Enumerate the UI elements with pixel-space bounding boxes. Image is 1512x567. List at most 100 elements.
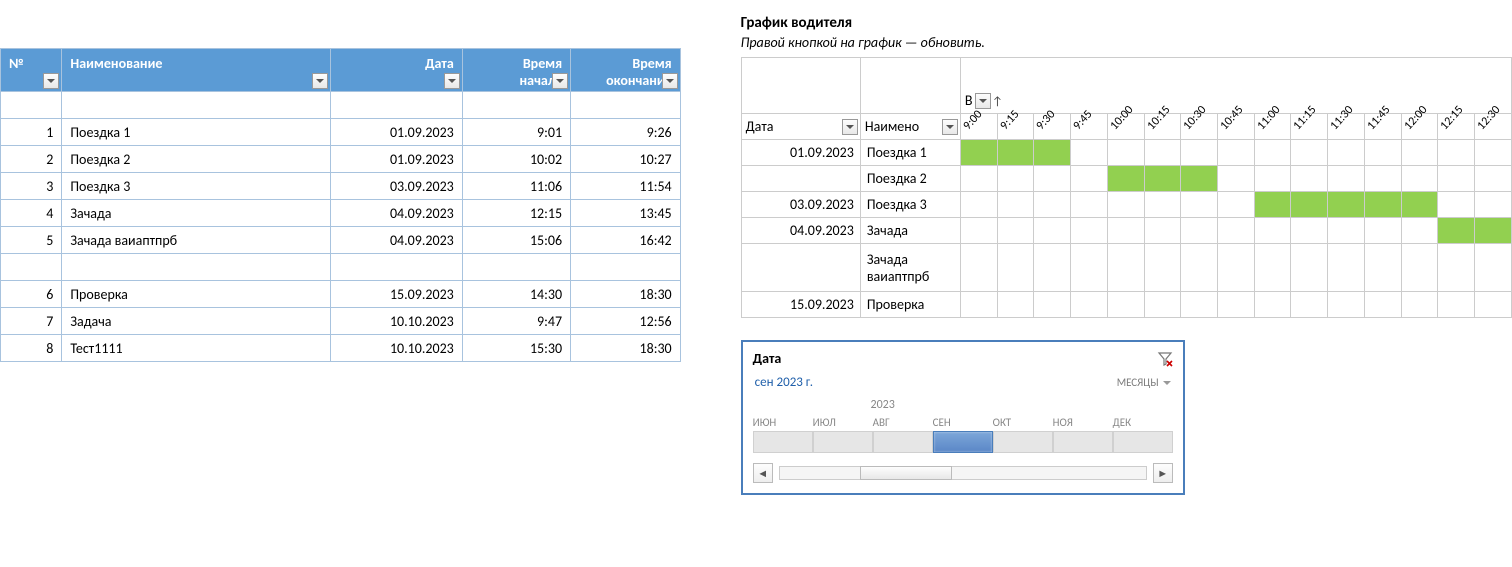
pivot-date-cell[interactable] [741,244,860,292]
gantt-cell[interactable] [1475,192,1512,218]
gantt-cell[interactable] [1291,140,1328,166]
gantt-cell[interactable] [1401,218,1438,244]
gantt-cell[interactable] [1475,292,1512,318]
pivot-date-cell[interactable]: 01.09.2023 [741,140,860,166]
slicer-prev-button[interactable]: ◄ [753,463,773,483]
gantt-cell[interactable] [1364,292,1401,318]
gantt-cell[interactable] [1328,166,1365,192]
gantt-cell[interactable] [997,140,1034,166]
gantt-cell[interactable] [1107,192,1144,218]
gantt-cell[interactable] [1328,192,1365,218]
gantt-cell[interactable] [1144,218,1181,244]
slicer-level[interactable]: МЕСЯЦЫ [1117,376,1171,389]
gantt-cell[interactable] [1438,166,1475,192]
gantt-cell[interactable] [1217,218,1254,244]
cell-end[interactable]: 18:30 [571,335,681,362]
slicer-month-button[interactable] [1053,431,1113,453]
cell-date[interactable]: 10.10.2023 [330,308,462,335]
gantt-cell[interactable] [960,244,997,292]
cell-name[interactable]: Проверка [62,281,330,308]
gantt-cell[interactable] [1107,292,1144,318]
pivot-name-cell[interactable]: Зачада ваиаптпрб [860,244,960,292]
sort-asc-icon[interactable] [993,95,1003,109]
pivot-date-filter-icon[interactable] [842,119,858,135]
pivot-row[interactable]: 15.09.2023Проверка [741,292,1511,318]
cell-start[interactable]: 11:06 [462,173,570,200]
slicer-month-button[interactable] [933,431,993,453]
gantt-cell[interactable] [1071,192,1108,218]
slicer-month-button[interactable] [813,431,873,453]
filter-name-icon[interactable] [312,73,328,89]
cell-end[interactable]: 16:42 [571,227,681,254]
table-row[interactable]: 3Поездка 303.09.202311:0611:54 [1,173,681,200]
gantt-cell[interactable] [1254,218,1291,244]
gantt-cell[interactable] [1144,166,1181,192]
gantt-cell[interactable] [1291,244,1328,292]
gantt-cell[interactable] [1254,140,1291,166]
gantt-cell[interactable] [1144,140,1181,166]
slicer-month-button[interactable] [1113,431,1173,453]
gantt-cell[interactable] [1071,140,1108,166]
gantt-cell[interactable] [997,166,1034,192]
pivot-values-filter-icon[interactable] [975,93,991,109]
cell-start[interactable]: 10:02 [462,146,570,173]
pivot-name-filter-icon[interactable] [942,119,958,135]
cell-no[interactable]: 1 [1,119,62,146]
cell-date[interactable]: 01.09.2023 [330,146,462,173]
cell-name[interactable]: Задача [62,308,330,335]
gantt-cell[interactable] [1475,244,1512,292]
gantt-cell[interactable] [1291,292,1328,318]
pivot-date-cell[interactable] [741,166,860,192]
cell-date[interactable]: 04.09.2023 [330,227,462,254]
slicer-month-button[interactable] [753,431,813,453]
gantt-cell[interactable] [960,140,997,166]
pivot-name-cell[interactable]: Поездка 1 [860,140,960,166]
gantt-cell[interactable] [1364,244,1401,292]
gantt-cell[interactable] [1034,244,1071,292]
gantt-cell[interactable] [1475,166,1512,192]
cell-no[interactable]: 3 [1,173,62,200]
filter-date-icon[interactable] [444,73,460,89]
gantt-cell[interactable] [1328,244,1365,292]
gantt-cell[interactable] [1107,140,1144,166]
table-row[interactable]: 5Зачада ваиаптпрб04.09.202315:0616:42 [1,227,681,254]
slicer-scroll-thumb[interactable] [860,466,952,480]
clear-filter-icon[interactable] [1157,351,1173,367]
gantt-cell[interactable] [1438,244,1475,292]
gantt-cell[interactable] [997,218,1034,244]
cell-end[interactable]: 18:30 [571,281,681,308]
gantt-cell[interactable] [1034,140,1071,166]
cell-date[interactable]: 15.09.2023 [330,281,462,308]
gantt-cell[interactable] [1181,140,1218,166]
pivot-name-cell[interactable]: Проверка [860,292,960,318]
cell-start[interactable]: 12:15 [462,200,570,227]
pivot-name-cell[interactable]: Поездка 3 [860,192,960,218]
gantt-cell[interactable] [1107,166,1144,192]
gantt-cell[interactable] [1071,218,1108,244]
gantt-cell[interactable] [960,218,997,244]
table-row[interactable]: 1Поездка 101.09.20239:019:26 [1,119,681,146]
pivot-row[interactable]: Зачада ваиаптпрб [741,244,1511,292]
date-slicer[interactable]: Дата сен 2023 г. МЕСЯЦЫ 2023 ИЮНИЮЛАВГСЕ… [741,340,1185,495]
cell-date[interactable]: 01.09.2023 [330,119,462,146]
cell-no[interactable]: 2 [1,146,62,173]
gantt-cell[interactable] [1401,244,1438,292]
gantt-cell[interactable] [1181,244,1218,292]
gantt-cell[interactable] [1144,292,1181,318]
gantt-cell[interactable] [1107,244,1144,292]
slicer-month-button[interactable] [873,431,933,453]
gantt-cell[interactable] [1181,192,1218,218]
gantt-cell[interactable] [1144,244,1181,292]
table-row[interactable]: 6Проверка15.09.202314:3018:30 [1,281,681,308]
gantt-cell[interactable] [1254,192,1291,218]
table-row[interactable]: 2Поездка 201.09.202310:0210:27 [1,146,681,173]
cell-no[interactable]: 7 [1,308,62,335]
gantt-cell[interactable] [1401,192,1438,218]
cell-date[interactable]: 04.09.2023 [330,200,462,227]
pivot-name-cell[interactable]: Поездка 2 [860,166,960,192]
cell-date[interactable]: 10.10.2023 [330,335,462,362]
pivot-date-cell[interactable]: 04.09.2023 [741,218,860,244]
gantt-cell[interactable] [997,292,1034,318]
cell-name[interactable]: Поездка 3 [62,173,330,200]
gantt-cell[interactable] [1364,140,1401,166]
